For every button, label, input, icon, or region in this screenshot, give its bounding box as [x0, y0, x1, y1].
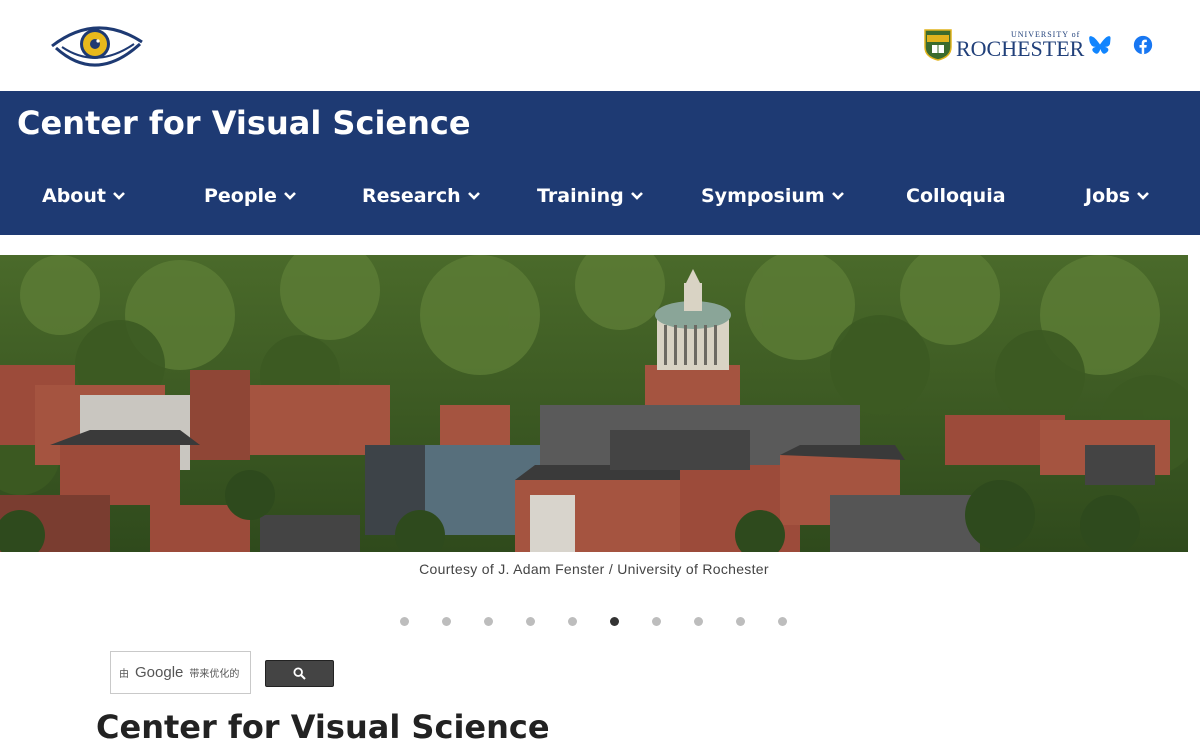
- nav-research-label: Research: [362, 185, 461, 207]
- carousel-dot[interactable]: [694, 617, 703, 626]
- search-input[interactable]: 由 Google 带来优化的: [110, 651, 251, 694]
- carousel-dot[interactable]: [778, 617, 787, 626]
- bluesky-icon[interactable]: [1089, 34, 1111, 56]
- carousel-dot[interactable]: [736, 617, 745, 626]
- carousel-dot[interactable]: [652, 617, 661, 626]
- nav-symposium-label: Symposium: [701, 185, 825, 207]
- chevron-down-icon: [630, 192, 643, 200]
- hero-caption: Courtesy of J. Adam Fenster / University…: [419, 561, 769, 577]
- facebook-icon[interactable]: [1132, 34, 1154, 56]
- top-header: UNIVERSITY of ROCHESTER: [0, 0, 1200, 91]
- chevron-down-icon: [283, 192, 296, 200]
- main-nav: About People Research Training Symposium…: [0, 180, 1200, 212]
- carousel-dot[interactable]: [484, 617, 493, 626]
- university-of-rochester-logo[interactable]: UNIVERSITY of ROCHESTER: [924, 28, 1084, 62]
- search-button[interactable]: [265, 660, 334, 687]
- search-enhanced-label: 带来优化的: [189, 669, 240, 680]
- nav-colloquia-label: Colloquia: [906, 185, 1006, 207]
- chevron-down-icon: [1137, 192, 1149, 200]
- nav-people[interactable]: People: [204, 180, 297, 212]
- cvs-eye-logo-icon[interactable]: [48, 20, 144, 72]
- page-heading: Center for Visual Science: [96, 708, 550, 740]
- search-icon: [293, 667, 306, 680]
- chevron-down-icon: [113, 192, 125, 200]
- chevron-down-icon: [467, 192, 480, 200]
- nav-about[interactable]: About: [42, 180, 126, 212]
- carousel-dot[interactable]: [442, 617, 451, 626]
- nav-jobs-label: Jobs: [1085, 185, 1131, 207]
- search-by-label: 由: [119, 669, 129, 680]
- nav-training[interactable]: Training: [537, 180, 644, 212]
- site-title[interactable]: Center for Visual Science: [17, 104, 471, 142]
- carousel-dot[interactable]: [568, 617, 577, 626]
- nav-jobs[interactable]: Jobs: [1085, 180, 1150, 212]
- nav-about-label: About: [42, 185, 106, 207]
- nav-symposium[interactable]: Symposium: [701, 180, 845, 212]
- rochester-shield-icon: [924, 29, 952, 61]
- carousel-dot[interactable]: [526, 617, 535, 626]
- carousel-dot[interactable]: [400, 617, 409, 626]
- nav-training-label: Training: [537, 185, 624, 207]
- nav-research[interactable]: Research: [362, 180, 481, 212]
- nav-colloquia[interactable]: Colloquia: [906, 180, 1006, 212]
- chevron-down-icon: [831, 192, 844, 200]
- google-logo: Google: [135, 664, 184, 681]
- hero-campus-image: [0, 255, 1188, 552]
- uofr-rochester: ROCHESTER: [956, 35, 1085, 61]
- nav-people-label: People: [204, 185, 277, 207]
- carousel-dot-active[interactable]: [610, 617, 619, 626]
